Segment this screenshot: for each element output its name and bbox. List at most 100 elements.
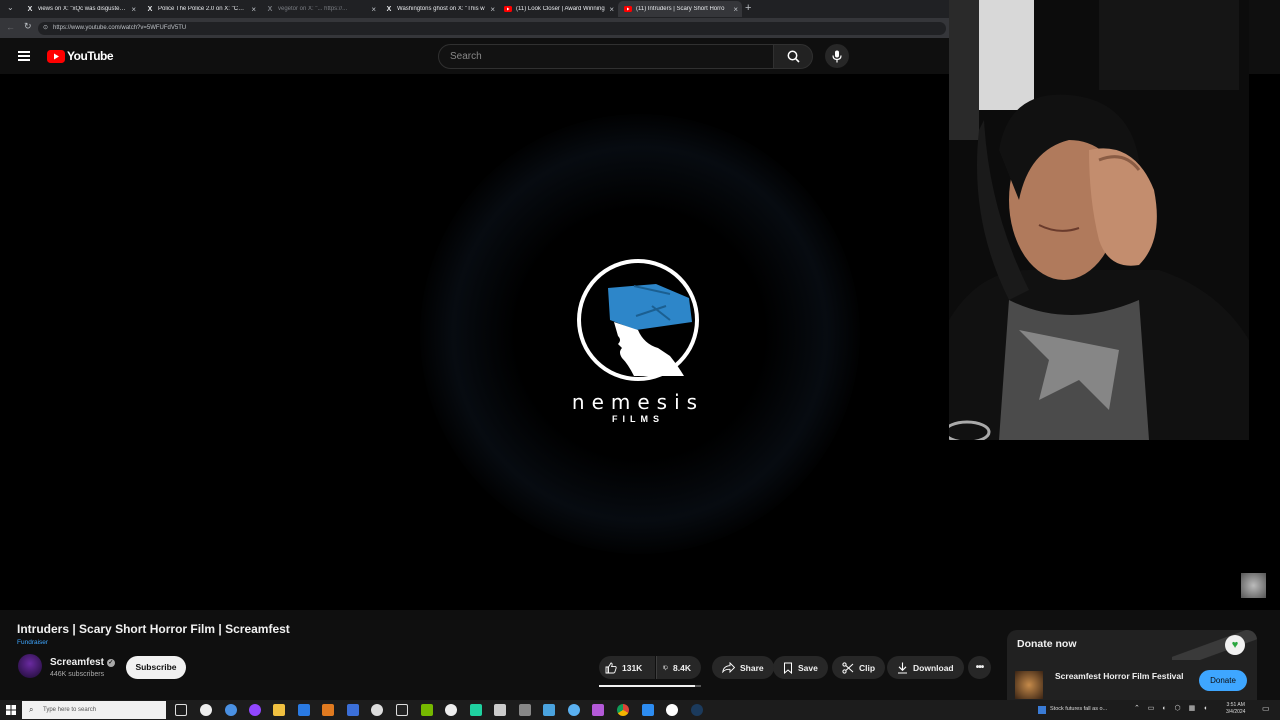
channel-name[interactable]: Screamfest ✓ xyxy=(50,657,115,668)
taskbar-app-icon[interactable] xyxy=(445,704,457,716)
back-icon[interactable]: ← xyxy=(6,22,15,32)
taskbar-search-input[interactable]: ⌕ Type here to search xyxy=(22,701,166,719)
taskbar-app-icon[interactable] xyxy=(592,704,604,716)
steam-icon[interactable] xyxy=(691,704,703,716)
site-info-icon[interactable]: ⊙ xyxy=(43,22,48,35)
more-actions-button[interactable]: ••• xyxy=(968,656,991,679)
logo-name: nemesis xyxy=(571,390,705,414)
file-explorer-icon[interactable] xyxy=(273,704,285,716)
url-field[interactable]: ⊙ https://www.youtube.com/watch?v=5WFUFd… xyxy=(38,22,946,35)
tab-list-icon[interactable]: ⌄ xyxy=(7,3,14,12)
fundraiser-badge: Fundraiser xyxy=(17,639,49,646)
search-icon xyxy=(787,50,800,63)
new-tab-icon[interactable]: + xyxy=(745,2,751,14)
video-title: Intruders | Scary Short Horror Film | Sc… xyxy=(17,622,290,636)
dislike-button[interactable]: 8.4K xyxy=(656,656,701,679)
taskbar-app-icon[interactable] xyxy=(666,704,678,716)
youtube-logo-icon xyxy=(47,49,65,63)
search-button[interactable] xyxy=(773,44,813,69)
voice-search-button[interactable] xyxy=(825,44,849,68)
browser-tab[interactable]: X vegetor on X: "... https://... × xyxy=(260,1,380,17)
donate-org-thumbnail xyxy=(1015,671,1043,699)
youtube-header: YouTube Search xyxy=(0,38,950,74)
taskbar-app-icon[interactable] xyxy=(298,704,310,716)
browser-tab-strip: ⌄ X views on X: "xQc was disgusted ar × … xyxy=(0,0,950,18)
taskbar-app-icon[interactable] xyxy=(371,704,383,716)
download-button[interactable]: Download xyxy=(887,656,964,679)
close-tab-icon[interactable]: × xyxy=(490,5,495,14)
notification-icon[interactable]: ▭ xyxy=(1262,704,1270,713)
youtube-logo-text: YouTube xyxy=(67,49,114,63)
microphone-icon xyxy=(832,50,842,62)
taskbar-app-icon[interactable] xyxy=(543,704,555,716)
browser-tab[interactable]: X views on X: "xQc was disgusted ar × xyxy=(20,1,140,17)
subscribe-button[interactable]: Subscribe xyxy=(126,656,186,679)
verified-check-icon: ✓ xyxy=(106,659,115,667)
streamer-webcam-image xyxy=(949,0,1249,440)
search-icon: ⌕ xyxy=(29,705,34,714)
address-bar: ← ↻ ⊙ https://www.youtube.com/watch?v=5W… xyxy=(0,18,950,38)
share-button[interactable]: Share xyxy=(712,656,774,679)
taskbar-app-icon[interactable] xyxy=(347,704,359,716)
taskbar-app-icon[interactable] xyxy=(249,704,261,716)
taskbar-app-icon[interactable] xyxy=(519,704,531,716)
logo-sub: FILMS xyxy=(612,414,664,424)
nemesis-films-logo: nemesis FILMS xyxy=(555,256,721,426)
task-view-icon[interactable] xyxy=(175,704,187,716)
dislike-count: 8.4K xyxy=(673,662,691,673)
thumbs-up-icon xyxy=(605,662,617,673)
donate-heading: Donate now xyxy=(1017,638,1077,650)
x-logo-icon: X xyxy=(27,5,33,13)
webcam-overlay xyxy=(949,0,1249,440)
taskbar-app-icon[interactable] xyxy=(200,704,212,716)
close-tab-icon[interactable]: × xyxy=(131,5,136,14)
weather-news-icon xyxy=(1038,706,1046,714)
windows-start-icon[interactable] xyxy=(6,705,16,715)
taskbar-app-icon-active[interactable] xyxy=(470,704,482,716)
menu-icon[interactable] xyxy=(18,51,30,61)
youtube-logo[interactable]: YouTube xyxy=(47,49,114,63)
chrome-icon[interactable] xyxy=(617,704,629,716)
bookmark-icon xyxy=(784,662,792,674)
clip-button[interactable]: Clip xyxy=(832,656,886,679)
nemesis-head-emblem-icon xyxy=(577,259,699,381)
like-ratio-bar xyxy=(599,685,701,687)
browser-tab[interactable]: X Police The Police 2.0 on X: "Cop B × xyxy=(140,1,260,17)
like-button[interactable]: 131K xyxy=(599,656,655,679)
taskbar-app-icon[interactable] xyxy=(494,704,506,716)
close-tab-icon[interactable]: × xyxy=(733,5,738,14)
windows-taskbar: ⌕ Type here to search Stock futures fall… xyxy=(0,700,1280,720)
system-tray-icons[interactable]: ⌃ ▭ ◐ ⬡ ▦ ◖ xyxy=(1134,704,1210,712)
x-logo-icon: X xyxy=(147,5,153,13)
taskbar-app-icon[interactable] xyxy=(421,704,433,716)
news-widget[interactable]: Stock futures fall as o... xyxy=(1050,706,1107,712)
close-tab-icon[interactable]: × xyxy=(251,5,256,14)
youtube-favicon-icon xyxy=(504,5,512,13)
browser-tab[interactable]: X Washingtons ghost on X: "This w × xyxy=(379,1,499,17)
donate-button[interactable]: Donate xyxy=(1199,670,1247,691)
taskbar-app-icon[interactable] xyxy=(322,704,334,716)
like-ratio-fill xyxy=(599,685,695,687)
close-tab-icon[interactable]: × xyxy=(371,5,376,14)
donate-heart-icon: ♥ xyxy=(1225,635,1245,655)
browser-tab-active[interactable]: (11) Intruders | Scary Short Horro × xyxy=(618,1,742,17)
close-tab-icon[interactable]: × xyxy=(609,5,614,14)
channel-avatar[interactable] xyxy=(18,654,42,678)
search-placeholder: Search xyxy=(450,51,482,62)
search-input[interactable]: Search xyxy=(438,44,774,69)
taskbar-app-icon[interactable] xyxy=(642,704,654,716)
subscriber-count: 446K subscribers xyxy=(50,671,105,678)
taskbar-app-icon[interactable] xyxy=(568,704,580,716)
system-clock[interactable]: 3:51 AM 3/4/2024 xyxy=(1226,702,1245,716)
save-button[interactable]: Save xyxy=(773,656,828,679)
reload-icon[interactable]: ↻ xyxy=(24,21,32,32)
like-count: 131K xyxy=(622,662,643,673)
x-logo-icon: X xyxy=(386,5,392,13)
video-thumbnail-overlay[interactable] xyxy=(1241,573,1266,598)
share-icon xyxy=(722,662,735,673)
taskbar-app-icon[interactable] xyxy=(225,704,237,716)
browser-tab[interactable]: (11) Look Closer | Award Winning × xyxy=(498,1,618,17)
taskbar-app-icon[interactable] xyxy=(396,704,408,716)
donate-org-name: Screamfest Horror Film Festival xyxy=(1055,671,1184,681)
download-icon xyxy=(898,662,907,674)
